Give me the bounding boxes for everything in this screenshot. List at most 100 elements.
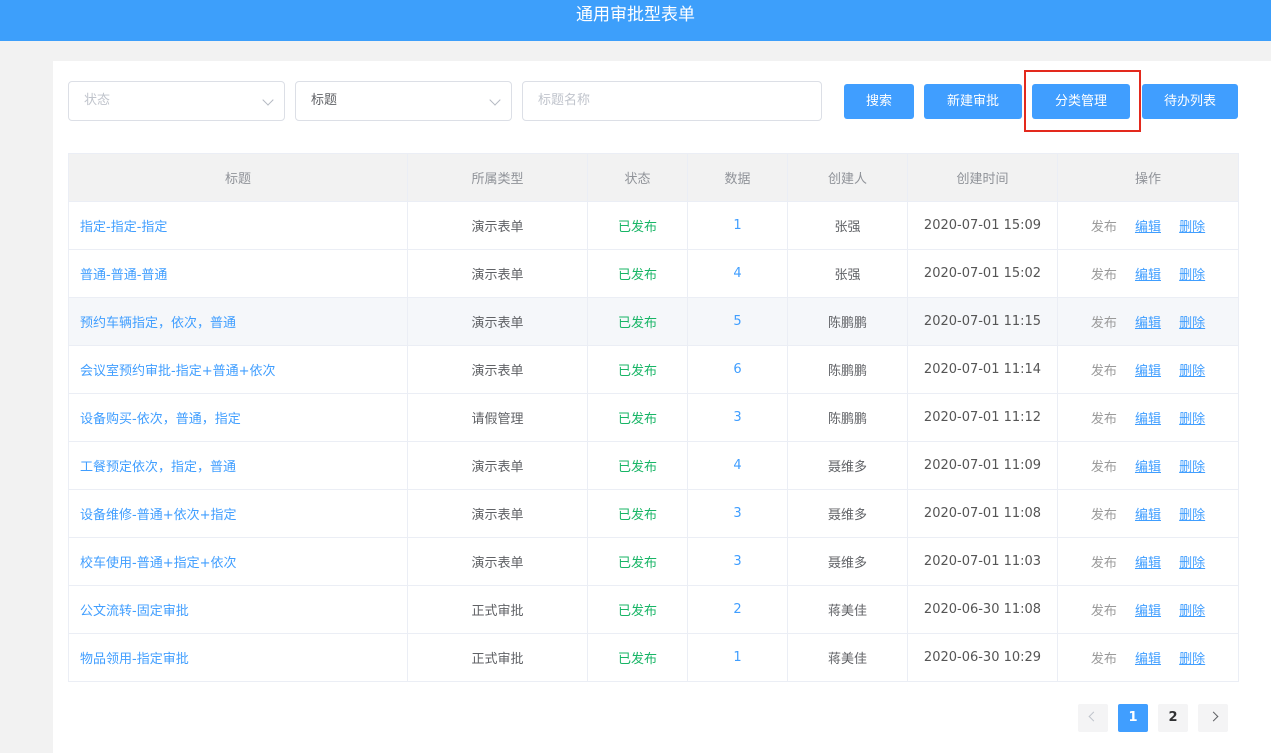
row-created: 2020-07-01 15:09	[907, 201, 1058, 250]
title-name-input[interactable]: 标题名称	[522, 81, 822, 121]
page-button-1[interactable]: 1	[1118, 704, 1148, 732]
edit-link[interactable]: 编辑	[1135, 508, 1161, 523]
row-count-link[interactable]: 6	[687, 345, 788, 394]
table-row: 工餐预定依次，指定，普通 演示表单 已发布 4 聂维多 2020-07-01 1…	[68, 441, 1239, 490]
status-select[interactable]: 状态	[68, 81, 285, 121]
row-created: 2020-06-30 11:08	[907, 585, 1058, 634]
search-button[interactable]: 搜索	[844, 84, 914, 119]
table-row: 会议室预约审批-指定+普通+依次 演示表单 已发布 6 陈鹏鹏 2020-07-…	[68, 345, 1239, 394]
edit-link[interactable]: 编辑	[1135, 604, 1161, 619]
row-created: 2020-07-01 11:14	[907, 345, 1058, 394]
edit-link[interactable]: 编辑	[1135, 412, 1161, 427]
delete-link[interactable]: 删除	[1179, 316, 1205, 331]
edit-link[interactable]: 编辑	[1135, 556, 1161, 571]
publish-action[interactable]: 发布	[1091, 268, 1117, 283]
chevron-left-icon	[1088, 711, 1098, 722]
app-header: 通用审批型表单	[0, 0, 1271, 41]
edit-link[interactable]: 编辑	[1135, 220, 1161, 235]
row-status: 已发布	[587, 633, 688, 682]
chevron-down-icon	[262, 94, 274, 106]
chevron-right-icon	[1208, 711, 1218, 722]
row-count-link[interactable]: 4	[687, 249, 788, 298]
row-title-link[interactable]: 指定-指定-指定	[68, 201, 408, 250]
row-count-link[interactable]: 3	[687, 393, 788, 442]
delete-link[interactable]: 删除	[1179, 556, 1205, 571]
row-status: 已发布	[587, 297, 688, 346]
table-row: 物品领用-指定审批 正式审批 已发布 1 蒋美佳 2020-06-30 10:2…	[68, 633, 1239, 682]
edit-link[interactable]: 编辑	[1135, 268, 1161, 283]
todo-list-button[interactable]: 待办列表	[1142, 84, 1238, 119]
row-creator: 聂维多	[787, 441, 908, 490]
row-title-link[interactable]: 校车使用-普通+指定+依次	[68, 537, 408, 586]
edit-link[interactable]: 编辑	[1135, 652, 1161, 667]
row-status: 已发布	[587, 201, 688, 250]
delete-link[interactable]: 删除	[1179, 604, 1205, 619]
delete-link[interactable]: 删除	[1179, 412, 1205, 427]
delete-link[interactable]: 删除	[1179, 460, 1205, 475]
prev-page-button[interactable]	[1078, 704, 1108, 732]
row-creator: 蒋美佳	[787, 585, 908, 634]
highlight-box	[1024, 70, 1141, 132]
row-title-link[interactable]: 设备购买-依次，普通，指定	[68, 393, 408, 442]
row-actions: 发布 编辑 删除	[1057, 345, 1239, 394]
edit-link[interactable]: 编辑	[1135, 460, 1161, 475]
publish-action[interactable]: 发布	[1091, 364, 1117, 379]
row-type: 请假管理	[407, 393, 588, 442]
row-title-link[interactable]: 会议室预约审批-指定+普通+依次	[68, 345, 408, 394]
row-status: 已发布	[587, 249, 688, 298]
publish-action[interactable]: 发布	[1091, 316, 1117, 331]
main-panel: 状态 标题 标题名称 搜索 新建审批 分类管理 待办列表 标题 所属类型 状态 …	[53, 61, 1271, 753]
row-title-link[interactable]: 公文流转-固定审批	[68, 585, 408, 634]
row-count-link[interactable]: 5	[687, 297, 788, 346]
publish-action[interactable]: 发布	[1091, 412, 1117, 427]
publish-action[interactable]: 发布	[1091, 220, 1117, 235]
row-status: 已发布	[587, 393, 688, 442]
table-row: 设备维修-普通+依次+指定 演示表单 已发布 3 聂维多 2020-07-01 …	[68, 489, 1239, 538]
row-created: 2020-07-01 11:09	[907, 441, 1058, 490]
row-actions: 发布 编辑 删除	[1057, 489, 1239, 538]
delete-link[interactable]: 删除	[1179, 364, 1205, 379]
row-actions: 发布 编辑 删除	[1057, 537, 1239, 586]
publish-action[interactable]: 发布	[1091, 604, 1117, 619]
table-row: 校车使用-普通+指定+依次 演示表单 已发布 3 聂维多 2020-07-01 …	[68, 537, 1239, 586]
row-creator: 聂维多	[787, 537, 908, 586]
delete-link[interactable]: 删除	[1179, 508, 1205, 523]
row-title-link[interactable]: 物品领用-指定审批	[68, 633, 408, 682]
edit-link[interactable]: 编辑	[1135, 316, 1161, 331]
row-created: 2020-06-30 10:29	[907, 633, 1058, 682]
row-count-link[interactable]: 3	[687, 489, 788, 538]
new-approval-button[interactable]: 新建审批	[924, 84, 1022, 119]
field-select[interactable]: 标题	[295, 81, 512, 121]
row-created: 2020-07-01 11:15	[907, 297, 1058, 346]
row-actions: 发布 编辑 删除	[1057, 393, 1239, 442]
delete-link[interactable]: 删除	[1179, 220, 1205, 235]
delete-link[interactable]: 删除	[1179, 652, 1205, 667]
row-count-link[interactable]: 1	[687, 633, 788, 682]
row-created: 2020-07-01 11:12	[907, 393, 1058, 442]
page-button-2[interactable]: 2	[1158, 704, 1188, 732]
publish-action[interactable]: 发布	[1091, 556, 1117, 571]
publish-action[interactable]: 发布	[1091, 652, 1117, 667]
row-title-link[interactable]: 工餐预定依次，指定，普通	[68, 441, 408, 490]
row-creator: 聂维多	[787, 489, 908, 538]
edit-link[interactable]: 编辑	[1135, 364, 1161, 379]
publish-action[interactable]: 发布	[1091, 508, 1117, 523]
row-actions: 发布 编辑 删除	[1057, 633, 1239, 682]
row-status: 已发布	[587, 489, 688, 538]
row-count-link[interactable]: 2	[687, 585, 788, 634]
next-page-button[interactable]	[1198, 704, 1228, 732]
row-actions: 发布 编辑 删除	[1057, 297, 1239, 346]
row-type: 演示表单	[407, 441, 588, 490]
row-type: 演示表单	[407, 537, 588, 586]
row-count-link[interactable]: 4	[687, 441, 788, 490]
row-created: 2020-07-01 11:08	[907, 489, 1058, 538]
row-title-link[interactable]: 普通-普通-普通	[68, 249, 408, 298]
row-count-link[interactable]: 3	[687, 537, 788, 586]
row-count-link[interactable]: 1	[687, 201, 788, 250]
row-title-link[interactable]: 设备维修-普通+依次+指定	[68, 489, 408, 538]
publish-action[interactable]: 发布	[1091, 460, 1117, 475]
row-status: 已发布	[587, 345, 688, 394]
row-creator: 陈鹏鹏	[787, 297, 908, 346]
row-title-link[interactable]: 预约车辆指定，依次，普通	[68, 297, 408, 346]
delete-link[interactable]: 删除	[1179, 268, 1205, 283]
